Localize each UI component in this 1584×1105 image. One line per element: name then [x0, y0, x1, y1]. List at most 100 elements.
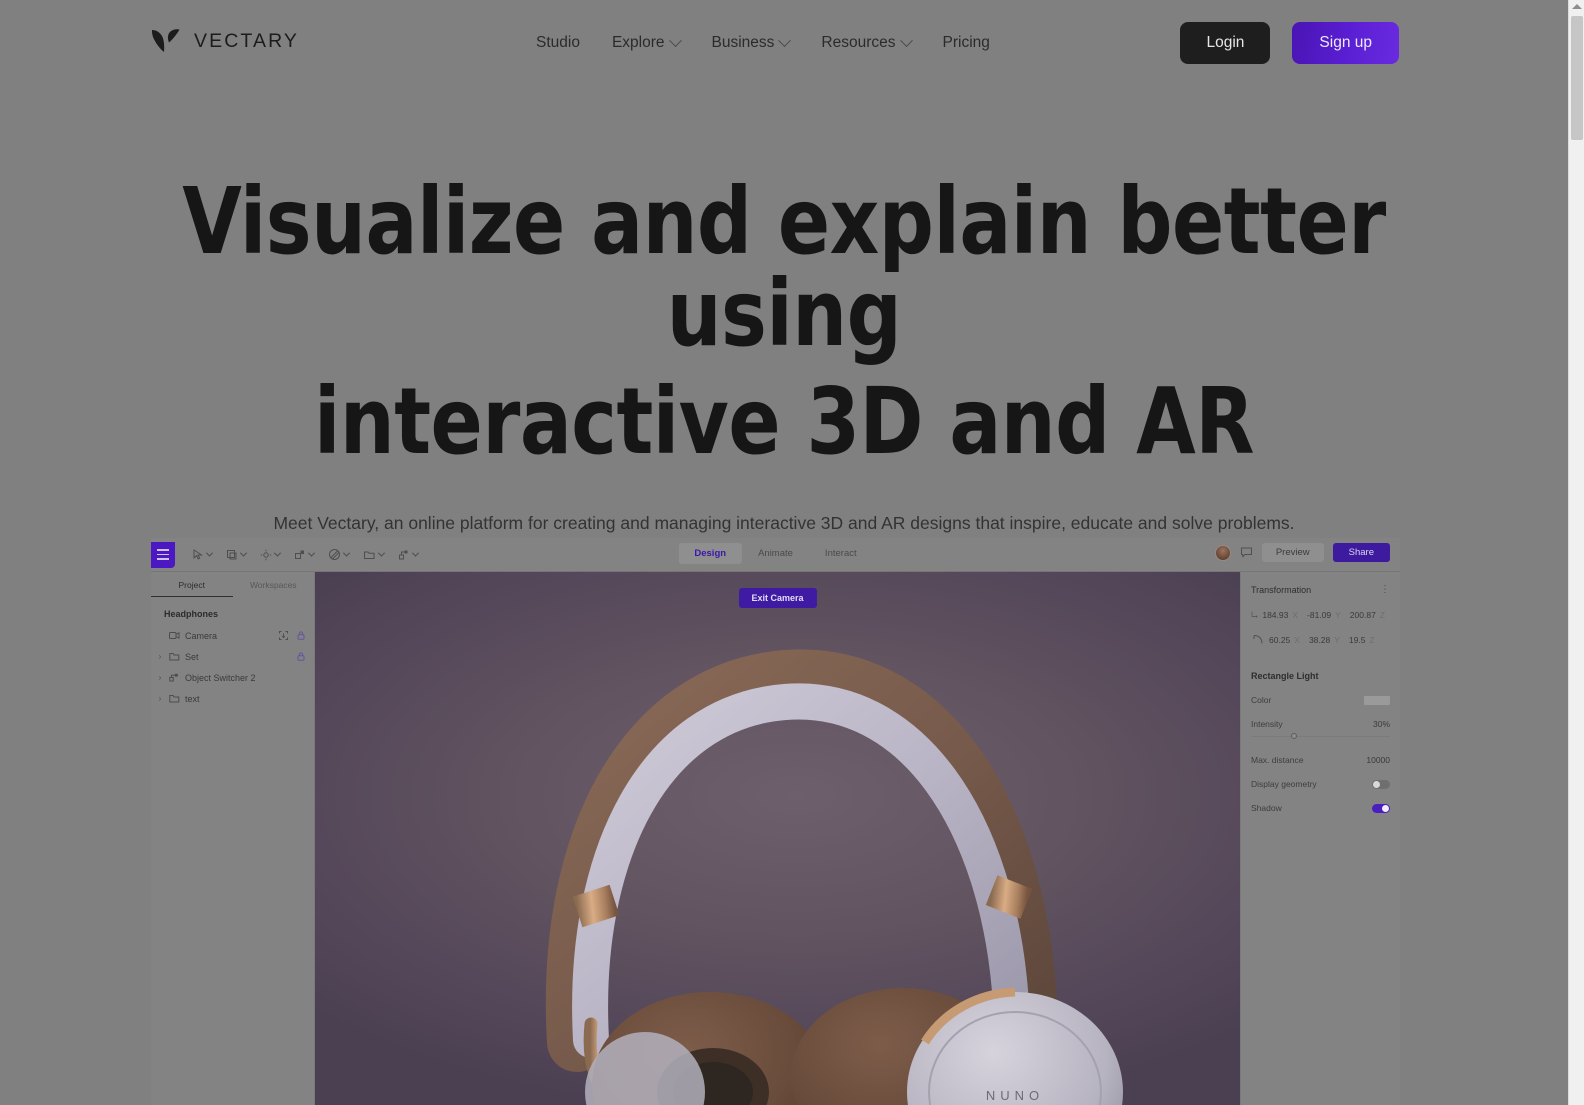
- nav-item-business[interactable]: Business: [696, 30, 806, 56]
- headline-line-1: Visualize and explain better using: [182, 168, 1386, 367]
- intensity-slider[interactable]: [1251, 733, 1390, 741]
- nav-item-studio[interactable]: Studio: [520, 30, 596, 56]
- property-label: Shadow: [1251, 803, 1282, 813]
- select-cursor-icon: [193, 548, 204, 560]
- position-y-value: -81.09: [1307, 609, 1332, 620]
- frame-selection-icon[interactable]: [279, 631, 288, 640]
- tree-item-text[interactable]: › text: [151, 688, 314, 709]
- chevron-down-icon: [273, 549, 282, 557]
- folder-icon: [169, 653, 180, 661]
- tab-animate[interactable]: Animate: [742, 543, 809, 564]
- nav-label: Pricing: [942, 34, 990, 51]
- position-row[interactable]: 184.93 X -81.09 Y 200.87 Z: [1251, 609, 1390, 620]
- expand-arrow-icon[interactable]: ›: [156, 652, 164, 661]
- property-color[interactable]: Color: [1251, 695, 1390, 705]
- nav-label: Business: [711, 34, 775, 51]
- app-toolbar: Design Animate Interact Preview Share: [151, 538, 1400, 572]
- chevron-down-icon: [205, 549, 214, 557]
- app-preview: Design Animate Interact Preview Share Pr…: [151, 538, 1400, 1105]
- property-intensity[interactable]: Intensity 30%: [1251, 719, 1390, 729]
- login-button[interactable]: Login: [1180, 22, 1271, 64]
- tree-item-label: Camera: [185, 630, 218, 641]
- color-swatch[interactable]: [1364, 695, 1390, 705]
- display-geometry-toggle[interactable]: [1372, 779, 1390, 789]
- preview-button[interactable]: Preview: [1261, 543, 1324, 562]
- rotation-y-axis: Y: [1334, 634, 1340, 645]
- position-z-axis: Z: [1379, 609, 1385, 620]
- chevron-down-icon: [377, 549, 386, 557]
- tree-item-set[interactable]: › Set: [151, 646, 314, 667]
- tool-object[interactable]: [287, 549, 321, 561]
- scrollbar-thumb[interactable]: [1571, 16, 1583, 140]
- chevron-down-icon: [342, 549, 351, 557]
- brand-logo[interactable]: VECTARY: [151, 28, 299, 54]
- chevron-down-icon: [778, 33, 792, 47]
- position-x-axis: X: [1292, 609, 1299, 620]
- folder-icon: [169, 695, 180, 703]
- signup-button-header[interactable]: Sign up: [1292, 22, 1399, 64]
- kebab-menu-icon[interactable]: ⋮: [1380, 585, 1390, 595]
- property-max-distance[interactable]: Max. distance 10000: [1251, 755, 1390, 765]
- nav-label: Explore: [611, 34, 665, 51]
- avatar[interactable]: [1214, 544, 1231, 561]
- page-title: Visualize and explain better using inter…: [55, 176, 1513, 468]
- nav-label: Studio: [536, 34, 580, 51]
- expand-arrow-icon[interactable]: ›: [156, 673, 164, 682]
- transformation-header: Transformation ⋮: [1251, 572, 1390, 596]
- camera-icon: [169, 631, 180, 640]
- hierarchy-icon: [399, 550, 408, 559]
- folder-icon: [364, 551, 375, 559]
- rotate-icon: [1253, 635, 1263, 644]
- property-shadow[interactable]: Shadow: [1251, 803, 1390, 813]
- site-header: VECTARY Studio Explore Business Resource…: [0, 0, 1568, 86]
- max-distance-value: 10000: [1366, 755, 1390, 765]
- slider-knob[interactable]: [1291, 733, 1298, 739]
- share-button[interactable]: Share: [1332, 543, 1390, 562]
- chevron-down-icon: [899, 33, 913, 47]
- shadow-toggle[interactable]: [1372, 803, 1390, 813]
- expand-arrow-icon[interactable]: ›: [156, 694, 164, 703]
- tree-item-actions: [297, 652, 314, 661]
- position-x-value: 184.93: [1262, 609, 1289, 620]
- tree-item-label: text: [185, 693, 200, 704]
- chevron-down-icon: [307, 549, 316, 557]
- page-scrollbar[interactable]: [1568, 0, 1584, 1105]
- chevron-down-icon: [239, 549, 248, 557]
- lock-icon[interactable]: [297, 631, 305, 640]
- nav-item-resources[interactable]: Resources: [805, 30, 926, 56]
- tool-cube-shape[interactable]: [219, 549, 253, 561]
- rotation-row[interactable]: 60.25 X 38.28 Y 19.5 Z: [1251, 634, 1390, 645]
- viewport-3d[interactable]: Exit Camera NUNO: [315, 572, 1240, 1105]
- tool-material[interactable]: [321, 548, 356, 561]
- property-label: Color: [1251, 695, 1272, 705]
- auth-actions: Login Sign up: [1180, 22, 1399, 64]
- tab-interact[interactable]: Interact: [809, 543, 873, 564]
- nav-item-pricing[interactable]: Pricing: [927, 30, 1006, 56]
- chevron-down-icon: [411, 549, 420, 557]
- brand-name: VECTARY: [194, 29, 300, 52]
- nav-item-explore[interactable]: Explore: [596, 30, 696, 56]
- tool-select-cursor[interactable]: [185, 548, 219, 561]
- tree-item-object-switcher-2[interactable]: › Object Switcher 2: [151, 667, 314, 688]
- object-icon: [295, 550, 304, 559]
- comment-bubble-icon[interactable]: [1240, 546, 1253, 559]
- scroll-up-arrow-icon[interactable]: [1572, 4, 1582, 9]
- hamburger-menu-icon[interactable]: [151, 541, 175, 568]
- tab-design[interactable]: Design: [678, 543, 743, 564]
- position-z-value: 200.87: [1349, 609, 1376, 620]
- chevron-down-icon: [668, 33, 682, 47]
- project-root-name: Headphones: [164, 609, 219, 619]
- tool-folder[interactable]: [356, 549, 391, 561]
- tree-item-label: Set: [185, 651, 199, 662]
- tab-project[interactable]: Project: [151, 580, 233, 597]
- headphones-3d-render: NUNO: [545, 649, 1123, 1105]
- lock-icon[interactable]: [297, 652, 305, 661]
- tree-item-camera[interactable]: Camera: [151, 625, 314, 646]
- rotation-z-value: 19.5: [1348, 634, 1366, 645]
- tool-light[interactable]: [253, 549, 287, 561]
- nav-label: Resources: [821, 34, 896, 51]
- tab-workspaces[interactable]: Workspaces: [233, 580, 315, 597]
- property-display-geometry[interactable]: Display geometry: [1251, 779, 1390, 789]
- tool-hierarchy[interactable]: [391, 549, 425, 561]
- position-y-axis: Y: [1335, 609, 1341, 620]
